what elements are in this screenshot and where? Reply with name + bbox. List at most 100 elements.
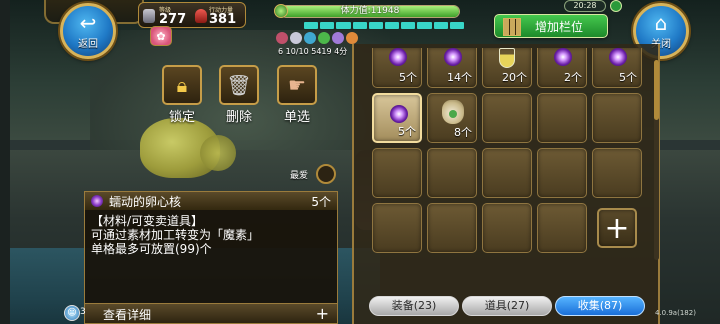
buff-icon[interactable]	[318, 32, 330, 44]
buff-icon[interactable]	[346, 32, 358, 44]
status-text: 6 10/10 5419 4分	[278, 47, 348, 56]
orb-icon	[609, 48, 627, 66]
slot-count: 14个	[447, 71, 472, 84]
inventory-slot[interactable]: 5个	[592, 48, 642, 88]
chat-count: 3	[80, 307, 86, 317]
stamina-segment	[401, 22, 416, 29]
inventory-slot-empty[interactable]	[537, 93, 587, 143]
level-value: 277	[159, 12, 187, 27]
favorite-toggle[interactable]	[316, 164, 336, 184]
delete-label: 删除	[225, 110, 252, 125]
chat-icon[interactable]: ☺	[64, 305, 80, 321]
hp-text: 体力值:11948	[340, 6, 400, 16]
slot-count: 20个	[502, 71, 527, 84]
inventory-slot-empty[interactable]	[592, 93, 642, 143]
view-details-label: 查看详细	[103, 308, 152, 322]
expand-slot-button[interactable]: +	[597, 208, 637, 248]
stamina-segment	[320, 22, 335, 29]
item-description-line: 【材料/可变卖道具】	[91, 214, 204, 228]
inventory-slot-empty[interactable]	[592, 148, 642, 198]
slot-count: 5个	[399, 71, 417, 84]
orb-icon	[91, 195, 103, 207]
item-count: 5个	[311, 195, 331, 209]
buff-icon[interactable]	[332, 32, 344, 44]
slot-count: 5个	[398, 125, 416, 138]
stamina-segment	[368, 22, 384, 29]
lock-box[interactable]: 🔒︎	[162, 65, 202, 105]
stamina-bar	[304, 22, 465, 29]
stamina-segment	[449, 22, 465, 29]
inventory-slot-empty[interactable]	[482, 148, 532, 198]
single-select-button[interactable]: ☛ 单选	[277, 65, 317, 125]
orb-icon	[554, 48, 572, 66]
item-description-line: 单格最多可放置(99)个	[91, 242, 212, 256]
view-details-button[interactable]: 查看详细 +	[85, 303, 337, 323]
inventory-slot-selected[interactable]: 5个	[372, 93, 422, 143]
inventory-slot[interactable]: 8个	[427, 93, 477, 143]
add-slot-label: 增加栏位	[534, 19, 583, 34]
lock-button[interactable]: 🔒︎ 锁定	[162, 65, 202, 125]
inventory-slot-empty[interactable]	[537, 148, 587, 198]
buff-icon[interactable]	[276, 32, 288, 44]
plus-icon: +	[604, 210, 630, 246]
stamina-segment	[352, 22, 367, 29]
tab-collection[interactable]: 收集(87)	[555, 296, 645, 316]
inventory-slot-empty[interactable]	[482, 93, 532, 143]
orb-icon	[389, 48, 407, 66]
action-power-value: 381	[209, 12, 237, 27]
flask-icon	[499, 48, 515, 68]
screen-edge	[0, 0, 10, 324]
stamina-segment	[417, 22, 432, 29]
orb-icon	[390, 105, 408, 123]
scrollbar-thumb[interactable]	[654, 60, 659, 120]
item-description-line: 可通过素材加工转变为「魔素」	[91, 228, 260, 242]
item-detail-header: 蠕动的卵心核 5个	[85, 192, 337, 210]
back-arrow-icon: ↩	[79, 10, 97, 35]
clock: 20:28	[564, 0, 606, 12]
delete-box[interactable]: 🗑︎	[219, 65, 259, 105]
item-detail-panel: 蠕动的卵心核 5个 【材料/可变卖道具】 可通过素材加工转变为「魔素」 单格最多…	[84, 191, 338, 324]
yellow-creature-head	[200, 135, 236, 171]
stamina-segment	[385, 22, 400, 29]
version-text: 4.0.9a(182)	[655, 309, 696, 317]
gift-icon[interactable]: ✿	[150, 26, 172, 46]
battery-icon	[610, 0, 622, 12]
trash-icon: 🗑︎	[226, 73, 252, 97]
tab-equipment[interactable]: 装备(23)	[369, 296, 459, 316]
favorite-label: 最爱	[290, 171, 309, 181]
buff-icon[interactable]	[304, 32, 316, 44]
delete-button[interactable]: 🗑︎ 删除	[219, 65, 259, 125]
tab-items[interactable]: 道具(27)	[462, 296, 552, 316]
hp-heart-icon	[274, 4, 288, 18]
hand-icon: ☛	[288, 73, 306, 97]
item-name: 蠕动的卵心核	[109, 195, 182, 209]
lock-icon: 🔒︎	[176, 73, 188, 97]
stamina-segment	[433, 22, 448, 29]
action-power-stat: 行动力量 381	[195, 3, 245, 29]
inventory-slot-empty[interactable]	[537, 203, 587, 253]
inventory-slot-empty[interactable]	[372, 203, 422, 253]
level-stat: 等级 277	[143, 3, 193, 29]
home-icon: ⌂	[654, 10, 668, 35]
back-button[interactable]: ↩ 返回	[60, 3, 116, 59]
inventory-slot-empty[interactable]	[427, 148, 477, 198]
pouch-icon	[442, 100, 464, 124]
inventory-slot-empty[interactable]	[482, 203, 532, 253]
inventory-slot-empty[interactable]	[372, 148, 422, 198]
inventory-slot[interactable]: 20个	[482, 48, 532, 88]
stamina-segment	[336, 22, 351, 29]
slot-count: 8个	[454, 126, 472, 139]
inventory-slot-empty[interactable]	[427, 203, 477, 253]
add-slot-button[interactable]: 增加栏位	[494, 14, 608, 38]
select-box[interactable]: ☛	[277, 65, 317, 105]
plus-icon: +	[315, 304, 329, 323]
inventory-slot[interactable]: 14个	[427, 48, 477, 88]
stamina-segment	[304, 22, 319, 29]
lock-label: 锁定	[168, 110, 195, 125]
inventory-scrollbar[interactable]	[654, 60, 659, 260]
inventory-slot[interactable]: 2个	[537, 48, 587, 88]
select-label: 单选	[283, 110, 310, 125]
back-label: 返回	[78, 38, 98, 50]
buff-icon[interactable]	[290, 32, 302, 44]
inventory-slot[interactable]: 5个	[372, 48, 422, 88]
